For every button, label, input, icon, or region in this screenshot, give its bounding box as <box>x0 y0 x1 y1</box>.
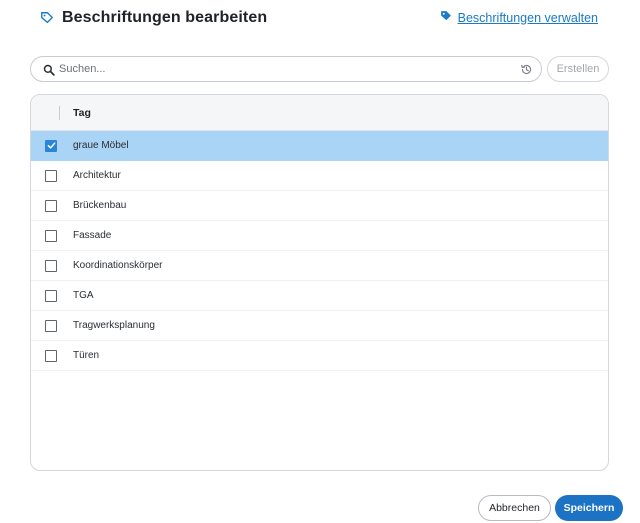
manage-labels-text: Beschriftungen verwalten <box>457 10 598 25</box>
save-button[interactable]: Speichern <box>555 495 623 521</box>
search-input[interactable] <box>59 63 520 75</box>
table-row[interactable]: Tragwerksplanung <box>31 311 608 341</box>
search-icon <box>43 63 55 76</box>
row-label: Brückenbau <box>73 200 127 211</box>
tag-filled-icon <box>440 10 452 25</box>
checkmark-icon <box>47 142 55 149</box>
header-divider <box>59 105 60 120</box>
row-label: graue Möbel <box>73 140 129 151</box>
table-row[interactable]: Fassade <box>31 221 608 251</box>
row-checkbox[interactable] <box>45 259 57 272</box>
row-checkbox[interactable] <box>45 169 57 182</box>
column-header-tag: Tag <box>73 106 91 119</box>
edit-labels-dialog: Beschriftungen bearbeiten Beschriftungen… <box>0 0 640 523</box>
create-button[interactable]: Erstellen <box>547 56 609 82</box>
title-wrap: Beschriftungen bearbeiten <box>40 9 267 27</box>
table-row[interactable]: Türen <box>31 341 608 371</box>
dialog-header: Beschriftungen bearbeiten Beschriftungen… <box>0 0 640 40</box>
dialog-title: Beschriftungen bearbeiten <box>62 9 268 26</box>
row-label: Türen <box>73 350 100 361</box>
table-row[interactable]: graue Möbel <box>31 131 608 161</box>
cancel-button[interactable]: Abbrechen <box>478 495 551 521</box>
manage-labels-link[interactable]: Beschriftungen verwalten <box>440 10 598 25</box>
row-label: Architektur <box>73 170 121 181</box>
table-header: Tag <box>31 95 608 131</box>
row-checkbox[interactable] <box>45 289 57 302</box>
row-checkbox[interactable] <box>45 199 57 212</box>
row-label: Tragwerksplanung <box>73 320 155 331</box>
search-box <box>30 56 542 82</box>
table-row[interactable]: Architektur <box>31 161 608 191</box>
table-row[interactable]: Brückenbau <box>31 191 608 221</box>
row-label: TGA <box>73 290 94 301</box>
row-checkbox[interactable] <box>45 349 57 362</box>
row-checkbox[interactable] <box>45 139 57 152</box>
row-label: Fassade <box>73 230 112 241</box>
table-row[interactable]: TGA <box>31 281 608 311</box>
tag-outline-icon <box>40 11 54 25</box>
row-checkbox[interactable] <box>45 229 57 242</box>
table-row[interactable]: Koordinationskörper <box>31 251 608 281</box>
row-checkbox[interactable] <box>45 319 57 332</box>
labels-table: Tag graue Möbel Architektur Brückenbau F… <box>30 94 609 471</box>
row-label: Koordinationskörper <box>73 260 163 271</box>
history-icon[interactable] <box>520 63 533 76</box>
